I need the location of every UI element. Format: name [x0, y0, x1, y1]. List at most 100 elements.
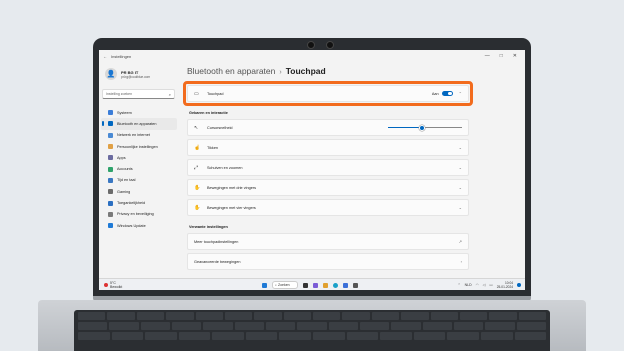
- sidebar-item-tijd-en-taal[interactable]: Tijd en taal: [101, 175, 177, 186]
- system-icon: [108, 110, 113, 116]
- accessibility-icon: [108, 200, 113, 206]
- gesture-row-scroll-zoom[interactable]: ⤢ Schuiven en zoomen ⌄: [187, 159, 469, 176]
- four-finger-icon: ✋: [194, 204, 201, 211]
- sidebar-item-windows-update[interactable]: Windows Update: [101, 220, 177, 231]
- sidebar-item-accounts[interactable]: Accounts: [101, 163, 177, 174]
- sidebar-item-privacy[interactable]: Privacy en beveiliging: [101, 209, 177, 220]
- touchpad-card[interactable]: ▭ Touchpad Aan ⌃: [183, 81, 473, 106]
- taskbar: 5°C Bewolkt ⌕ Zoeken ⌃ NLD ◠ ◁ ▭ 10:04 2…: [99, 278, 525, 290]
- search-icon: ⌕: [168, 91, 171, 97]
- gesture-row-label: Tikken: [207, 145, 219, 150]
- network-icon: [108, 132, 113, 138]
- chevron-down-icon[interactable]: ⌄: [459, 145, 462, 150]
- page-title: Touchpad: [285, 66, 326, 76]
- avatar-icon: 👤: [105, 68, 117, 80]
- gesture-row-label: Bewegingen met vier vingers: [207, 205, 256, 210]
- user-profile[interactable]: 👤 PR BG IT pr.bg@coolblue.com: [99, 62, 179, 80]
- chevron-down-icon[interactable]: ⌄: [459, 165, 462, 170]
- system-tray: ⌃ NLD ◠ ◁ ▭ 10:04 25-01-2024: [458, 281, 525, 289]
- three-finger-icon: ✋: [194, 184, 201, 191]
- cursor-speed-row: ↖ Cursorsnelheid: [187, 119, 469, 136]
- sidebar-item-gaming[interactable]: Gaming: [101, 186, 177, 197]
- gesture-row-label: Bewegingen met drie vingers: [207, 185, 256, 190]
- clock-date: 25-01-2024: [496, 285, 513, 289]
- sidebar: 👤 PR BG IT pr.bg@coolblue.com Instelling…: [99, 62, 179, 278]
- clock[interactable]: 10:04 25-01-2024: [497, 281, 513, 289]
- gesture-row-four-finger[interactable]: ✋ Bewegingen met vier vingers ⌄: [187, 199, 469, 216]
- bluetooth-icon: [108, 121, 113, 127]
- cursor-speed-slider[interactable]: [388, 124, 462, 131]
- close-button[interactable]: ✕: [513, 53, 517, 59]
- highlight-frame: [183, 81, 473, 106]
- pointer-icon: ☝: [194, 144, 201, 151]
- chevron-down-icon[interactable]: ⌄: [459, 185, 462, 190]
- task-view-icon[interactable]: [303, 282, 308, 288]
- breadcrumb: Bluetooth en apparaten › Touchpad: [187, 62, 469, 81]
- explorer-icon[interactable]: [323, 282, 328, 288]
- notification-badge[interactable]: [517, 283, 521, 287]
- cursor-speed-label: Cursorsnelheid: [207, 125, 233, 130]
- edge-icon[interactable]: [333, 282, 338, 288]
- weather-widget[interactable]: 5°C Bewolkt: [99, 281, 164, 289]
- breadcrumb-separator: ›: [279, 69, 282, 76]
- window-title: Instellingen: [111, 53, 132, 59]
- store-icon[interactable]: [343, 282, 348, 288]
- wifi-icon[interactable]: ◠: [476, 283, 479, 287]
- related-row-more-touchpad[interactable]: Meer touchpadinstellingen ↗: [187, 233, 469, 250]
- touchpad-toggle[interactable]: [441, 90, 453, 97]
- shield-icon: [108, 211, 113, 217]
- external-link-icon[interactable]: ↗: [459, 239, 462, 244]
- chat-icon[interactable]: [313, 282, 318, 288]
- volume-icon[interactable]: ◁: [483, 283, 486, 287]
- update-icon: [108, 223, 113, 229]
- scroll-icon: ⤢: [194, 164, 199, 171]
- gesture-row-three-finger[interactable]: ✋ Bewegingen met drie vingers ⌄: [187, 179, 469, 196]
- sidebar-item-apps[interactable]: Apps: [101, 152, 177, 163]
- user-email: pr.bg@coolblue.com: [121, 74, 151, 79]
- battery-icon[interactable]: ▭: [489, 283, 492, 287]
- chevron-up-icon[interactable]: ⌃: [459, 91, 462, 96]
- search-placeholder: Instelling zoeken: [106, 92, 133, 96]
- touchpad-icon: ▭: [194, 90, 199, 97]
- maximize-button[interactable]: □: [500, 53, 503, 59]
- sidebar-item-toegankelijkheid[interactable]: Toegankelijkheid: [101, 197, 177, 208]
- breadcrumb-parent[interactable]: Bluetooth en apparaten: [187, 66, 275, 76]
- window-controls: — □ ✕: [485, 53, 525, 59]
- taskbar-apps: ⌕ Zoeken: [262, 281, 358, 289]
- settings-search-input[interactable]: Instelling zoeken ⌕: [102, 89, 175, 99]
- titlebar: ← Instellingen — □ ✕: [99, 50, 525, 62]
- weather-icon: [104, 283, 108, 287]
- webcam: [307, 41, 334, 49]
- back-icon[interactable]: ←: [103, 54, 107, 59]
- minimize-button[interactable]: —: [485, 53, 490, 59]
- chevron-right-icon[interactable]: ›: [461, 259, 462, 264]
- sidebar-nav: Systeem Bluetooth en apparaten Netwerk e…: [99, 107, 179, 231]
- sidebar-item-bluetooth[interactable]: Bluetooth en apparaten: [101, 118, 177, 130]
- related-row-label: Meer touchpadinstellingen: [194, 239, 239, 244]
- keyboard: [74, 310, 550, 351]
- start-icon[interactable]: [262, 282, 267, 288]
- sidebar-item-systeem[interactable]: Systeem: [101, 107, 177, 118]
- toggle-state-label: Aan: [431, 91, 439, 96]
- chevron-down-icon[interactable]: ⌄: [459, 205, 462, 210]
- gamepad-icon: [108, 189, 113, 195]
- gesture-row-tikken[interactable]: ☝ Tikken ⌄: [187, 139, 469, 156]
- slider-thumb[interactable]: [419, 124, 426, 131]
- related-row-label: Geavanceerde bewegingen: [194, 259, 241, 264]
- taskbar-search[interactable]: ⌕ Zoeken: [272, 281, 298, 289]
- language-indicator[interactable]: NLD: [465, 283, 472, 287]
- accounts-icon: [108, 166, 113, 172]
- weather-text: Bewolkt: [110, 285, 123, 289]
- sidebar-item-netwerk[interactable]: Netwerk en internet: [101, 130, 177, 141]
- gesture-row-label: Schuiven en zoomen: [207, 165, 243, 170]
- main-content: Bluetooth en apparaten › Touchpad ▭ Touchp…: [183, 62, 473, 273]
- globe-icon: [108, 177, 113, 183]
- chevron-up-icon[interactable]: ⌃: [458, 283, 461, 287]
- related-row-advanced-gestures[interactable]: Geavanceerde bewegingen ›: [187, 253, 469, 270]
- settings-gear-icon[interactable]: [353, 282, 358, 288]
- sidebar-item-personalisatie[interactable]: Persoonlijke instellingen: [101, 141, 177, 152]
- section-related-title: Verwante instellingen: [189, 225, 228, 229]
- cursor-icon: ↖: [194, 124, 199, 131]
- apps-icon: [108, 155, 113, 161]
- screen: ← Instellingen — □ ✕ 👤 PR BG IT pr.bg@co…: [99, 50, 525, 290]
